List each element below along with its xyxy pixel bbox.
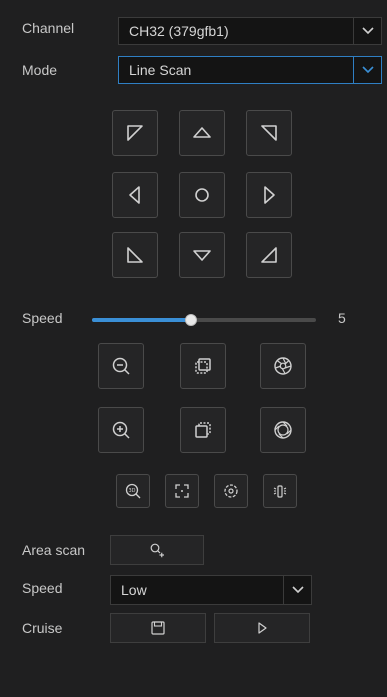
iris-open-button[interactable] (260, 407, 306, 453)
play-icon (258, 622, 267, 634)
pan-left-button[interactable] (112, 172, 158, 218)
arrow-left-icon (129, 186, 140, 204)
chevron-down-icon (353, 18, 381, 44)
svg-text:3D: 3D (128, 488, 135, 494)
arrow-down-left-icon (127, 247, 143, 263)
zoom-in-button[interactable] (98, 407, 144, 453)
speed-slider[interactable] (92, 314, 316, 326)
mode-value: Line Scan (129, 62, 192, 78)
channel-label: Channel (22, 20, 75, 36)
scan-speed-value: Low (121, 582, 147, 598)
wiper-icon (273, 485, 287, 498)
ptz-center-button[interactable] (179, 172, 225, 218)
focus-far-icon (195, 422, 211, 438)
speed-label: Speed (22, 310, 63, 326)
speed-value: 5 (338, 310, 346, 326)
zoom-out-icon (112, 357, 130, 375)
add-scan-icon (150, 543, 164, 558)
iris-close-button[interactable] (260, 343, 306, 389)
frame-corners-icon (175, 484, 189, 498)
arrow-right-icon (264, 186, 275, 204)
speed-slider-fill (92, 318, 191, 322)
focus-near-icon (195, 358, 211, 374)
focus-near-button[interactable] (180, 343, 226, 389)
pan-up-right-button[interactable] (246, 110, 292, 156)
pan-up-left-button[interactable] (112, 110, 158, 156)
area-scan-label: Area scan (22, 542, 86, 558)
cruise-label: Cruise (22, 620, 63, 636)
circle-icon (195, 188, 209, 202)
tilt-down-button[interactable] (179, 232, 225, 278)
scan-speed-select[interactable]: Low (110, 575, 312, 605)
pan-down-left-button[interactable] (112, 232, 158, 278)
zoom-in-icon (112, 421, 130, 439)
focus-far-button[interactable] (180, 407, 226, 453)
arrow-up-left-icon (127, 125, 143, 141)
mode-label: Mode (22, 62, 58, 78)
area-scan-button[interactable] (110, 535, 204, 565)
arrow-down-right-icon (261, 247, 277, 263)
wiper-button[interactable] (263, 474, 297, 508)
rotate-icon (224, 484, 238, 498)
chevron-down-icon (283, 576, 311, 604)
arrow-down-icon (193, 250, 211, 261)
pan-down-right-button[interactable] (246, 232, 292, 278)
aperture-icon (274, 357, 292, 375)
arrow-up-right-icon (261, 125, 277, 141)
scan-speed-label: Speed (22, 580, 63, 596)
tilt-up-button[interactable] (179, 110, 225, 156)
channel-select[interactable]: CH32 (379gfb1) (118, 17, 382, 45)
3d-position-button[interactable]: 3D (116, 474, 150, 508)
zoom-out-button[interactable] (98, 343, 144, 389)
aperture-open-icon (274, 421, 292, 439)
cruise-play-button[interactable] (214, 613, 310, 643)
save-icon (151, 621, 165, 635)
chevron-down-icon (353, 57, 381, 83)
pan-right-button[interactable] (246, 172, 292, 218)
3d-zoom-icon: 3D (125, 483, 141, 499)
rotate-reset-button[interactable] (214, 474, 248, 508)
mode-select[interactable]: Line Scan (118, 56, 382, 84)
cruise-save-button[interactable] (110, 613, 206, 643)
fullscreen-button[interactable] (165, 474, 199, 508)
channel-value: CH32 (379gfb1) (129, 23, 229, 39)
speed-slider-handle[interactable] (185, 314, 197, 326)
arrow-up-icon (193, 127, 211, 138)
